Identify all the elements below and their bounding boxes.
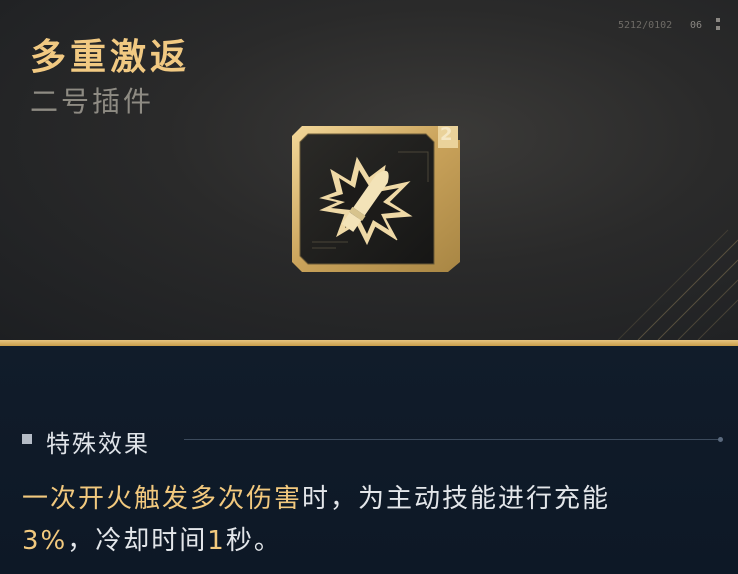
effect-text-end: 秒。 [225, 526, 282, 556]
item-name: 多重激返 [30, 37, 191, 78]
special-effect-header: 特殊效果 [22, 424, 723, 458]
divider-cap-icon [718, 437, 723, 442]
corner-dots-icon [716, 18, 722, 38]
decorative-lines-icon [617, 229, 738, 340]
section-title: 特殊效果 [46, 430, 150, 458]
effect-text-percent: 3% [22, 526, 68, 556]
effect-text-trigger: 一次开火触发多次伤害 [22, 484, 303, 514]
item-preview-panel: 多重激返 二号插件 5212/0102 06 2 [0, 0, 738, 340]
serial-code: 5212/0102 [618, 20, 673, 31]
effect-text-cooldown: ，冷却时间 [67, 526, 208, 556]
effect-text-charge: 时，为主动技能进行充能 [302, 484, 611, 514]
square-bullet-icon [22, 434, 32, 444]
plugin-chip[interactable] [288, 122, 464, 276]
effect-text-seconds-value: 1 [207, 526, 226, 556]
item-type: 二号插件 [30, 85, 155, 118]
effect-description: 一次开火触发多次伤害时，为主动技能进行充能 3%，冷却时间1秒。 [22, 478, 722, 562]
section-divider [184, 439, 720, 440]
slot-number-badge: 2 [440, 124, 453, 145]
tag-code: 06 [690, 20, 703, 31]
